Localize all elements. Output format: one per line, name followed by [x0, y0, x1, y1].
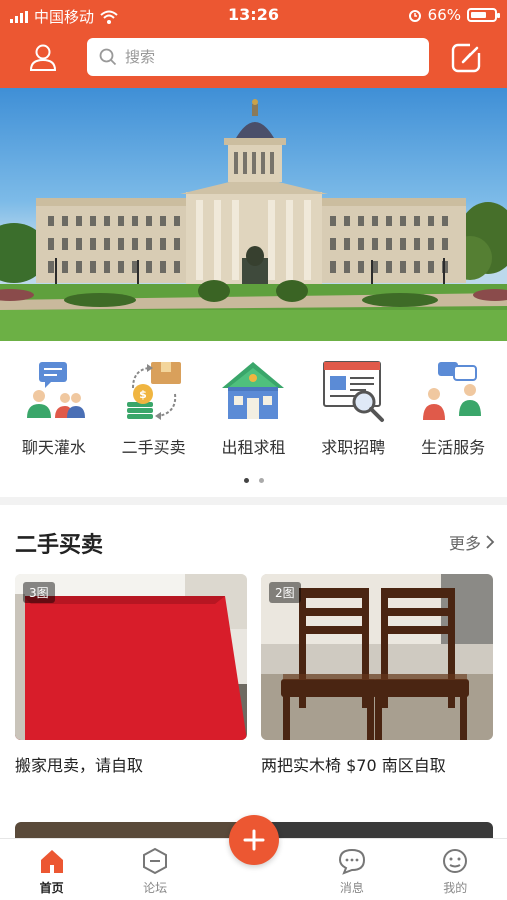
battery-percent: 66%	[427, 6, 461, 24]
forum-icon	[143, 847, 168, 875]
house-icon	[222, 362, 285, 419]
category-chat[interactable]: 聊天灌水	[6, 352, 102, 458]
app-header: 中国移动 13:26 66%	[0, 0, 507, 88]
chevron-right-icon	[486, 535, 495, 549]
pager-dot-active	[243, 478, 249, 483]
banner-image[interactable]	[0, 88, 507, 341]
pager-dot	[258, 478, 264, 483]
status-bar: 中国移动 13:26 66%	[0, 0, 507, 30]
listing-image-partial[interactable]	[15, 822, 247, 838]
more-label: 更多	[448, 534, 481, 553]
more-link[interactable]: 更多	[449, 530, 495, 554]
listing-card[interactable]: 3图 搬家甩卖，请自取	[15, 574, 247, 776]
section-title: 二手买卖	[15, 533, 104, 558]
category-rental-label: 出租求租	[221, 438, 286, 457]
listing-title: 两把实木椅 $70 南区自取	[261, 756, 446, 775]
category-services-label: 生活服务	[421, 438, 486, 457]
image-count-badge: 2图	[269, 582, 301, 603]
home-icon	[40, 850, 63, 873]
svg-text:$: $	[139, 388, 147, 401]
listing-image-partial[interactable]	[261, 822, 493, 838]
category-secondhand-label: 二手买卖	[121, 438, 186, 457]
tab-forum-label: 论坛	[143, 881, 168, 895]
tab-forum[interactable]: 论坛	[115, 839, 195, 896]
pager-dots	[0, 478, 507, 483]
job-document-icon	[323, 361, 385, 422]
category-chat-label: 聊天灌水	[21, 438, 86, 457]
service-people-icon	[423, 362, 482, 420]
legislative-building-illustration	[0, 99, 507, 341]
category-rental[interactable]: 出租求租	[205, 352, 301, 458]
battery-icon	[467, 8, 500, 22]
tab-profile[interactable]: 我的	[415, 839, 495, 896]
category-jobs-label: 求职招聘	[321, 438, 386, 457]
category-secondhand[interactable]: $ 二手买卖	[106, 352, 202, 458]
secondhand-exchange-icon: $	[126, 362, 181, 420]
search-bar[interactable]	[87, 38, 429, 76]
listing-image[interactable]: 2图	[261, 574, 493, 740]
tab-profile-label: 我的	[443, 881, 468, 895]
image-count-badge: 3图	[23, 582, 55, 603]
category-services[interactable]: 生活服务	[405, 352, 501, 458]
user-icon[interactable]	[26, 40, 60, 74]
tab-messages[interactable]: 消息	[312, 839, 392, 896]
category-grid: 聊天灌水 $ 二手买卖 出租求租 求职招聘 生活服务	[0, 352, 507, 458]
category-jobs[interactable]: 求职招聘	[305, 352, 401, 458]
message-icon	[338, 848, 365, 875]
tab-home-label: 首页	[39, 881, 64, 895]
plus-icon	[243, 829, 265, 851]
listing-image[interactable]: 3图	[15, 574, 247, 740]
listing-title: 搬家甩卖，请自取	[15, 756, 144, 775]
profile-icon	[443, 849, 468, 873]
section-divider	[0, 497, 507, 505]
post-button[interactable]	[229, 815, 279, 865]
search-input[interactable]	[125, 48, 405, 66]
tab-home[interactable]: 首页	[12, 839, 92, 896]
search-icon	[99, 48, 117, 66]
listing-card[interactable]: 2图 两把实木椅 $70 南区自取	[261, 574, 493, 776]
alarm-icon	[408, 10, 421, 22]
edit-icon[interactable]	[450, 40, 484, 74]
chat-people-icon	[26, 362, 85, 418]
tab-messages-label: 消息	[339, 881, 364, 895]
